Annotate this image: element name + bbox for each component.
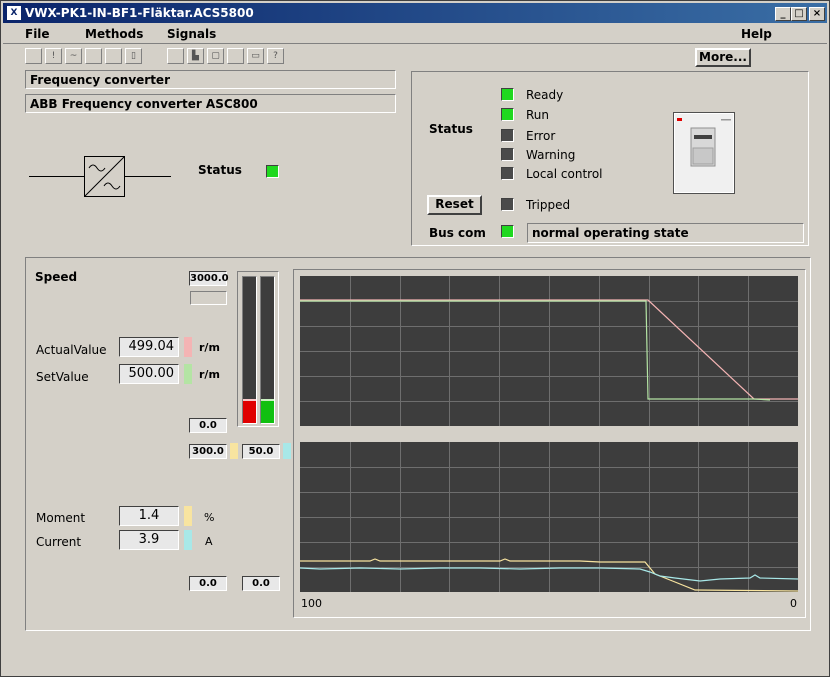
frequency-converter-icon[interactable] [84,156,126,198]
main-window: X VWX-PK1-IN-BF1-Fläktar.ACS5800 _ □ × F… [0,0,830,677]
set-speed-bar [261,399,274,423]
symbol-line-right [125,176,171,177]
trend-x-right-label: 0 [790,597,797,610]
trend-x-left-label: 100 [301,597,322,610]
moment-min-box[interactable]: 0.0 [189,576,227,591]
window-title: VWX-PK1-IN-BF1-Fläktar.ACS5800 [25,6,254,20]
header-status-label: Status [198,163,242,177]
toolbar-trace-icon[interactable] [167,48,184,64]
more-button[interactable]: More... [695,48,751,67]
set-value-box[interactable]: 500.00 [119,364,179,384]
current-min-box[interactable]: 0.0 [242,576,280,591]
set-value-label: SetValue [36,370,89,384]
actual-speed-bar-track [242,276,257,424]
toolbar-crossref-icon[interactable] [227,48,244,64]
moment-color-swatch [184,506,192,526]
buscom-led [501,225,514,238]
reset-button[interactable]: Reset [427,195,482,215]
header-status-led [266,165,279,178]
toolbar-note-icon[interactable]: ▯ [125,48,142,64]
drive-image[interactable] [673,112,735,194]
buscom-label: Bus com [429,226,486,240]
app-icon: X [7,6,21,20]
actual-value-box[interactable]: 499.04 [119,337,179,357]
toolbar-hierarchy-icon[interactable]: ▙ [187,48,204,64]
toolbar-list-icon[interactable] [85,48,102,64]
object-description-field: ABB Frequency converter ASC800 [25,94,396,113]
menu-help[interactable]: Help [741,27,772,41]
actual-unit: r/m [199,341,220,354]
status-led-ready [501,88,514,101]
speed-max-spacer [190,291,227,305]
title-bar[interactable]: X VWX-PK1-IN-BF1-Fläktar.ACS5800 _ □ × [3,3,827,23]
status-led-error [501,129,514,142]
symbol-line-left [29,176,85,177]
speed-min-box[interactable]: 0.0 [189,418,227,433]
object-name-field: Frequency converter [25,70,396,89]
tripped-led [501,198,514,211]
status-panel [411,71,809,246]
menu-methods[interactable]: Methods [85,27,143,41]
maximize-button[interactable]: □ [791,7,807,21]
menu-signals[interactable]: Signals [167,27,216,41]
status-label-local-control: Local control [526,167,603,181]
current-scale-swatch [283,443,291,459]
menu-bar: File Methods Signals Help [3,25,827,43]
actual-color-swatch [184,337,192,357]
moment-unit: % [204,511,215,524]
set-unit: r/m [199,368,220,381]
moment-value-box[interactable]: 1.4 [119,506,179,526]
status-label-error: Error [526,129,556,143]
status-led-local-control [501,167,514,180]
speed-trend-chart[interactable] [300,276,798,426]
current-unit: A [205,535,213,548]
toolbar-graph-icon[interactable] [25,48,42,64]
toolbar-window-icon[interactable]: ▢ [207,48,224,64]
status-label-run: Run [526,108,550,122]
current-scale-box[interactable]: 50.0 [242,444,280,459]
buscom-text-field: normal operating state [527,223,804,243]
menu-file[interactable]: File [25,27,50,41]
tripped-label: Tripped [526,198,571,212]
moment-scale-swatch [230,443,238,459]
set-speed-bar-track [260,276,275,424]
current-label: Current [36,535,82,549]
set-color-swatch [184,364,192,384]
toolbar-history-icon[interactable] [105,48,122,64]
toolbar-trend-icon[interactable]: ~ [65,48,82,64]
speed-max-box[interactable]: 3000.0 [189,271,229,286]
close-button[interactable]: × [809,7,825,21]
status-label-warning: Warning [526,148,576,162]
actual-value-label: ActualValue [36,343,107,357]
minimize-button[interactable]: _ [775,7,791,21]
speed-title: Speed [35,270,78,284]
set-speed-trend-line [300,300,771,401]
current-color-swatch [184,530,192,550]
status-label-ready: Ready [526,88,564,102]
moment-scale-box[interactable]: 300.0 [189,444,227,459]
moment-label: Moment [36,511,86,525]
current-value-box[interactable]: 3.9 [119,530,179,550]
status-panel-title: Status [429,122,473,136]
actual-speed-bar [243,399,256,423]
toolbar-alarm-icon[interactable]: ! [45,48,62,64]
moment-current-trend-chart[interactable] [300,442,798,592]
toolbar-help-icon[interactable]: ? [267,48,284,64]
toolbar-photo-icon[interactable]: ▭ [247,48,264,64]
status-led-run [501,108,514,121]
status-led-warning [501,148,514,161]
